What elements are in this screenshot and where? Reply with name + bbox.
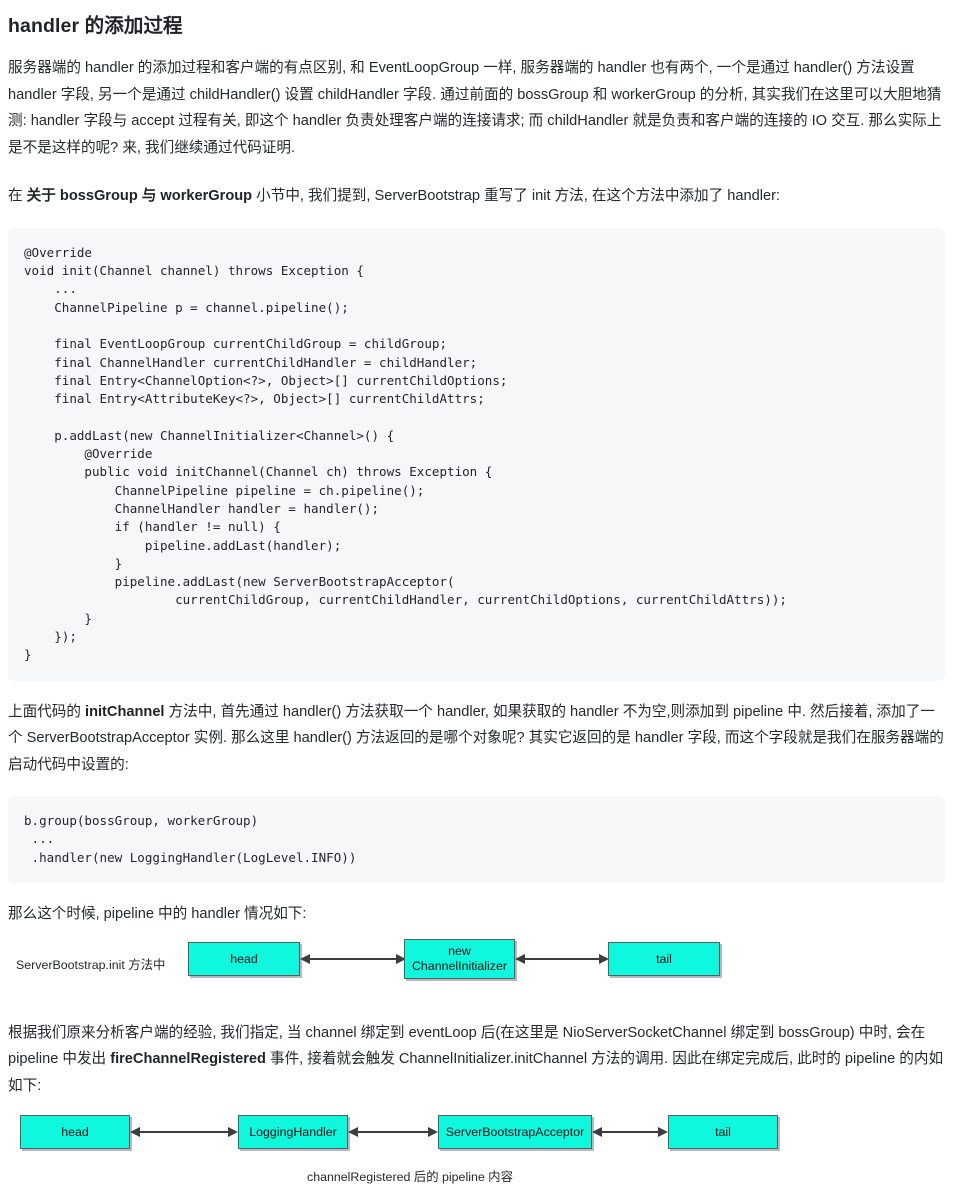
diagram-2-box-acceptor-label: ServerBootstrapAcceptor (445, 1125, 585, 1140)
diagram-1-box-head: head (188, 941, 300, 976)
diagram-1-side-label: ServerBootstrap.init 方法中 (16, 957, 166, 972)
code-block-init-method: @Override void init(Channel channel) thr… (8, 227, 945, 681)
diagram-2-box-tail: tail (668, 1115, 778, 1150)
diagram-1-arrow-1 (300, 953, 406, 964)
paragraph-after-code-1: 上面代码的 initChannel 方法中, 首先通过 handler() 方法… (0, 699, 956, 779)
paragraph-section-reference: 在 关于 bossGroup 与 workerGroup 小节中, 我们提到, … (0, 183, 956, 210)
section-ref-prefix: 在 (8, 188, 27, 205)
diagram-2-box-serverbootstrap-acceptor: ServerBootstrapAcceptor (438, 1115, 592, 1150)
diagram-pipeline-init: ServerBootstrap.init 方法中 head new Channe… (0, 936, 956, 998)
para-after-code-1-text: 上面代码的 initChannel 方法中, 首先通过 handler() 方法… (8, 703, 944, 773)
paragraph-after-diagram-1: 根据我们原来分析客户端的经验, 我们指定, 当 channel 绑定到 even… (8, 1024, 944, 1094)
diagram-2-box-logging-handler: LoggingHandler (238, 1115, 348, 1150)
paragraph-before-diagram-1: 那么这个时候, pipeline 中的 handler 情况如下: (8, 906, 307, 923)
diagram-1-box-ci-line1: new (448, 943, 471, 958)
section-ref-suffix: 小节中, 我们提到, ServerBootstrap 重写了 init 方法, … (252, 188, 780, 205)
diagram-1-box-head-label: head (230, 951, 258, 966)
paragraph-intro: 服务器端的 handler 的添加过程和客户端的有点区别, 和 EventLoo… (8, 60, 942, 156)
diagram-2-arrow-1 (130, 1127, 238, 1138)
code-block-bootstrap-setup: b.group(bossGroup, workerGroup) ... .han… (8, 796, 945, 884)
diagram-pipeline-registered: head LoggingHandler ServerBootstrapAccep… (0, 1109, 956, 1195)
page-title: handler 的添加过程 (8, 15, 183, 37)
diagram-1-box-tail-label: tail (656, 951, 672, 966)
diagram-2-arrow-3 (592, 1127, 668, 1138)
diagram-2-box-head-label: head (61, 1125, 89, 1140)
diagram-1-box-ci-line2: ChannelInitializer (411, 958, 508, 973)
document-page: handler 的添加过程 服务器端的 handler 的添加过程和客户端的有点… (0, 0, 956, 1195)
diagram-2-box-head: head (20, 1115, 130, 1150)
diagram-2-box-logging-handler-label: LoggingHandler (249, 1125, 337, 1140)
section-ref-bold: 关于 bossGroup 与 workerGroup (26, 188, 253, 205)
diagram-2-arrow-2 (348, 1127, 438, 1138)
diagram-1-box-tail: tail (608, 941, 720, 976)
diagram-1-arrow-2 (515, 953, 609, 964)
diagram-2-caption: channelRegistered 后的 pipeline 内容 (307, 1170, 513, 1185)
diagram-2-box-tail-label: tail (715, 1125, 731, 1140)
diagram-1-box-channel-initializer: new ChannelInitializer (404, 938, 515, 979)
